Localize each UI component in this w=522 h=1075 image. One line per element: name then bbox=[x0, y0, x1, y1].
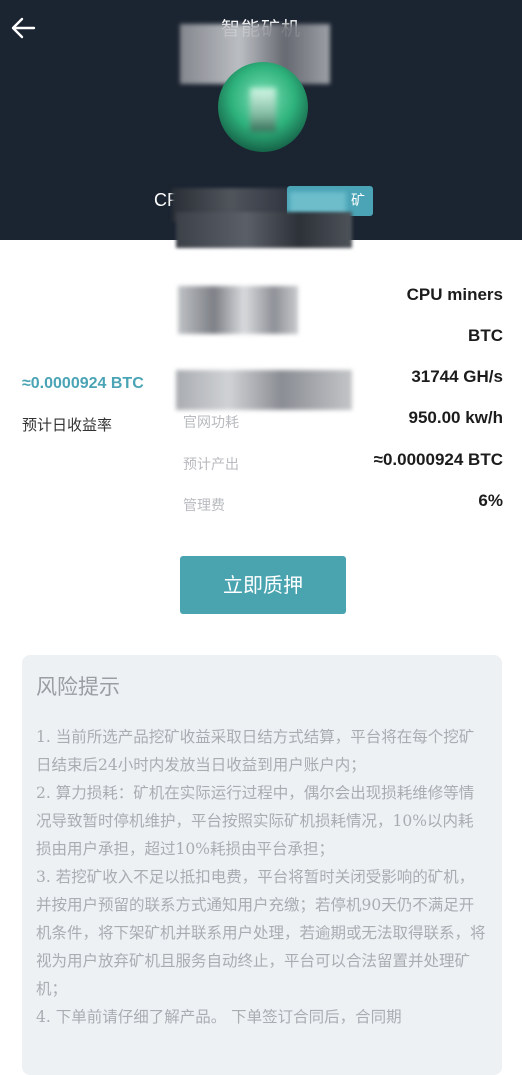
spec-row: 预计产出 ≈0.0000924 BTC bbox=[183, 450, 503, 476]
spec-value: BTC bbox=[468, 326, 503, 345]
spec-value: CPU miners bbox=[406, 285, 503, 304]
daily-yield-value: ≈0.0000924 BTC bbox=[22, 375, 144, 392]
stake-button[interactable]: 立即质押 bbox=[180, 556, 346, 614]
risk-paragraph: 4. 下单前请仔细了解产品。 下单签订合同后，合同期 bbox=[36, 1008, 402, 1026]
spec-value: 950.00 kw/h bbox=[408, 408, 503, 427]
header: 智能矿机 CP 矿 bbox=[0, 0, 522, 248]
spec-row: 官网功耗 950.00 kw/h bbox=[183, 408, 503, 434]
risk-title: 风险提示 bbox=[36, 675, 120, 699]
spec-key: 管理费 bbox=[183, 498, 225, 514]
redacted-region bbox=[176, 212, 352, 248]
spec-row: 管理费 6% bbox=[183, 491, 503, 517]
risk-text: 1. 当前所选产品挖矿收益采取日结方式结算，平台将在每个挖矿日结束后24小时内发… bbox=[36, 723, 488, 1031]
risk-notice: 风险提示 1. 当前所选产品挖矿收益采取日结方式结算，平台将在每个挖矿日结束后2… bbox=[22, 655, 502, 1075]
spec-value: 31744 GH/s bbox=[411, 367, 503, 386]
spec-key: 预计产出 bbox=[183, 457, 239, 473]
redacted-region bbox=[290, 192, 346, 214]
risk-paragraph: 3. 若挖矿收入不足以抵扣电费，平台将暂时关闭受影响的矿机，并按用户预留的联系方… bbox=[36, 868, 486, 998]
risk-paragraph: 2. 算力损耗：矿机在实际运行过程中，偶尔会出现损耗维修等情况导致暂时停机维护，… bbox=[36, 784, 475, 858]
product-image-highlight bbox=[250, 88, 276, 132]
risk-paragraph: 1. 当前所选产品挖矿收益采取日结方式结算，平台将在每个挖矿日结束后24小时内发… bbox=[36, 728, 475, 774]
spec-value: 6% bbox=[478, 491, 503, 510]
daily-yield-label: 预计日收益率 bbox=[22, 416, 113, 434]
redacted-region bbox=[178, 286, 298, 334]
redacted-region bbox=[176, 370, 352, 410]
spec-key: 官网功耗 bbox=[183, 415, 239, 431]
spec-value: ≈0.0000924 BTC bbox=[373, 450, 503, 469]
